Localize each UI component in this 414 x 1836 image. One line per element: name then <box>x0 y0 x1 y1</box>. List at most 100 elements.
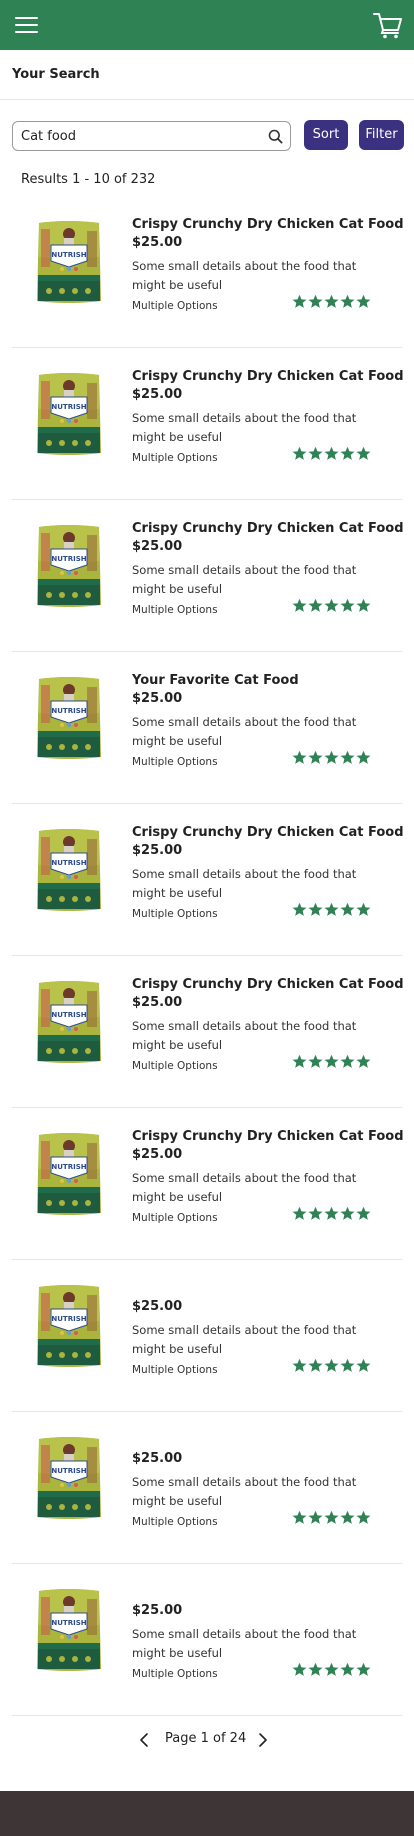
chevron-right-icon[interactable] <box>256 1732 270 1748</box>
star-icon <box>340 294 355 308</box>
star-icon <box>340 598 355 612</box>
star-icon <box>292 598 307 612</box>
star-icon <box>324 1510 339 1524</box>
star-icon <box>356 1358 371 1372</box>
star-icon <box>324 1662 339 1676</box>
star-icon <box>308 294 323 308</box>
product-description: Some small details about the food that m… <box>132 1323 357 1356</box>
svg-text:NUTRISH: NUTRISH <box>51 1163 86 1171</box>
star-icon <box>308 446 323 460</box>
star-icon <box>308 1054 323 1068</box>
star-icon <box>340 1358 355 1372</box>
product-options: Multiple Options <box>132 604 218 616</box>
product-name[interactable]: Crispy Crunchy Dry Chicken Cat Food <box>132 976 404 994</box>
product-options: Multiple Options <box>132 300 218 312</box>
product-list-item[interactable]: NUTRISH $25.00 Some small details about th… <box>12 1412 402 1564</box>
product-name[interactable]: Crispy Crunchy Dry Chicken Cat Food <box>132 1128 404 1146</box>
star-icon <box>324 294 339 308</box>
product-list-item[interactable]: NUTRISH Your Favorite Cat Food $25.00 Some … <box>12 652 402 804</box>
star-icon <box>340 1206 355 1220</box>
star-icon <box>324 750 339 764</box>
svg-text:NUTRISH: NUTRISH <box>51 555 86 563</box>
product-name[interactable]: Your Favorite Cat Food <box>132 672 402 690</box>
product-options: Multiple Options <box>132 1060 218 1072</box>
svg-text:NUTRISH: NUTRISH <box>51 1011 86 1019</box>
product-image: NUTRISH <box>37 1589 101 1671</box>
product-options: Multiple Options <box>132 1516 218 1528</box>
product-image: NUTRISH <box>37 373 101 455</box>
svg-text:NUTRISH: NUTRISH <box>51 1315 86 1323</box>
star-icon <box>308 1510 323 1524</box>
page-title: Your Search <box>12 67 100 82</box>
product-list-item[interactable]: NUTRISH $25.00 Some small details about th… <box>12 1564 402 1716</box>
top-app-bar <box>0 0 414 50</box>
product-description: Some small details about the food that m… <box>132 1171 357 1204</box>
star-icon <box>292 902 307 916</box>
search-field[interactable] <box>12 121 291 151</box>
product-list-item[interactable]: NUTRISH Crispy Crunchy Dry Chicken Cat Fo… <box>12 804 404 956</box>
star-icon <box>308 902 323 916</box>
star-icon <box>340 750 355 764</box>
shopping-cart-icon[interactable] <box>373 11 403 39</box>
star-icon <box>292 1206 307 1220</box>
chevron-left-icon[interactable] <box>137 1732 151 1748</box>
rating-stars <box>292 598 372 616</box>
results-count: Results 1 - 10 of 232 <box>21 172 156 187</box>
product-list-item[interactable]: NUTRISH $25.00 Some small details about th… <box>12 1260 402 1412</box>
sort-button[interactable]: Sort <box>304 120 348 150</box>
product-image: NUTRISH <box>37 829 101 911</box>
product-list-item[interactable]: NUTRISH Crispy Crunchy Dry Chicken Cat Fo… <box>12 1108 404 1260</box>
star-icon <box>340 1054 355 1068</box>
svg-text:NUTRISH: NUTRISH <box>51 707 86 715</box>
rating-stars <box>292 446 372 464</box>
product-description: Some small details about the food that m… <box>132 411 357 444</box>
star-icon <box>308 598 323 612</box>
star-icon <box>356 598 371 612</box>
product-image: NUTRISH <box>37 677 101 759</box>
search-icon[interactable] <box>268 129 283 144</box>
product-price: $25.00 <box>132 691 183 706</box>
product-name[interactable]: Crispy Crunchy Dry Chicken Cat Food <box>132 520 404 538</box>
product-list: NUTRISH Crispy Crunchy Dry Chicken Cat Fo… <box>12 196 404 1716</box>
divider <box>0 99 414 100</box>
star-icon <box>340 1510 355 1524</box>
product-description: Some small details about the food that m… <box>132 867 357 900</box>
product-image: NUTRISH <box>37 1285 101 1367</box>
star-icon <box>356 902 371 916</box>
product-image: NUTRISH <box>37 981 101 1063</box>
rating-stars <box>292 1358 372 1376</box>
product-image: NUTRISH <box>37 525 101 607</box>
hamburger-menu-icon[interactable] <box>15 15 38 35</box>
rating-stars <box>292 294 372 312</box>
product-options: Multiple Options <box>132 1212 218 1224</box>
product-list-item[interactable]: NUTRISH Crispy Crunchy Dry Chicken Cat Fo… <box>12 500 404 652</box>
pagination: Page 1 of 24 <box>0 1729 414 1751</box>
star-icon <box>292 750 307 764</box>
product-description: Some small details about the food that m… <box>132 259 357 292</box>
footer <box>0 1791 414 1836</box>
product-options: Multiple Options <box>132 452 218 464</box>
product-price: $25.00 <box>132 1299 183 1314</box>
star-icon <box>356 1206 371 1220</box>
star-icon <box>308 1206 323 1220</box>
product-list-item[interactable]: NUTRISH Crispy Crunchy Dry Chicken Cat Fo… <box>12 196 404 348</box>
rating-stars <box>292 902 372 920</box>
product-options: Multiple Options <box>132 756 218 768</box>
product-price: $25.00 <box>132 387 183 402</box>
star-icon <box>308 750 323 764</box>
product-list-item[interactable]: NUTRISH Crispy Crunchy Dry Chicken Cat Fo… <box>12 348 404 500</box>
star-icon <box>324 902 339 916</box>
star-icon <box>292 294 307 308</box>
product-name[interactable]: Crispy Crunchy Dry Chicken Cat Food <box>132 824 404 842</box>
star-icon <box>324 598 339 612</box>
rating-stars <box>292 1054 372 1072</box>
rating-stars <box>292 750 372 768</box>
product-name[interactable]: Crispy Crunchy Dry Chicken Cat Food <box>132 216 404 234</box>
product-description: Some small details about the food that m… <box>132 1475 357 1508</box>
star-icon <box>292 1054 307 1068</box>
product-list-item[interactable]: NUTRISH Crispy Crunchy Dry Chicken Cat Fo… <box>12 956 404 1108</box>
filter-button[interactable]: Filter <box>359 120 404 150</box>
product-name[interactable]: Crispy Crunchy Dry Chicken Cat Food <box>132 368 404 386</box>
search-input[interactable] <box>21 126 256 146</box>
svg-text:NUTRISH: NUTRISH <box>51 403 86 411</box>
